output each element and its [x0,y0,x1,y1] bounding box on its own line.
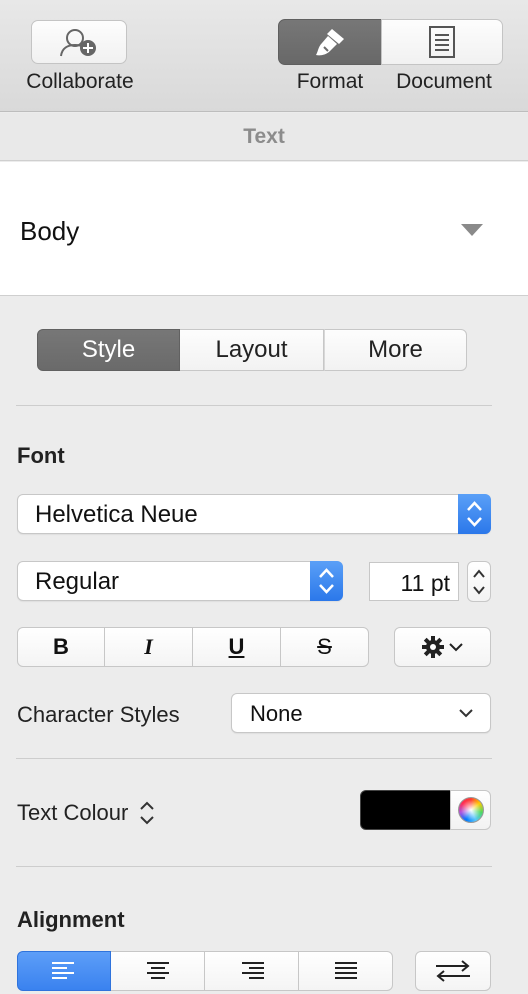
tab-style[interactable]: Style [37,329,180,371]
tab-more[interactable]: More [324,329,467,371]
italic-button[interactable]: I [105,627,193,667]
collaborate-label: Collaborate [26,70,134,93]
strikethrough-button[interactable]: S [281,627,369,667]
character-styles-popup[interactable]: None [231,693,491,733]
divider [16,405,492,406]
colour-picker-button[interactable] [450,790,491,830]
colour-wheel-icon [457,797,484,823]
underline-button[interactable]: U [193,627,281,667]
text-colour-well[interactable] [360,790,451,830]
bold-button[interactable]: B [17,627,105,667]
triangle-down-icon[interactable] [460,223,484,237]
text-colour-selector[interactable]: Text Colour [17,798,156,828]
tab-layout[interactable]: Layout [180,329,324,371]
align-center-icon [146,962,169,979]
align-justify-icon [334,962,357,979]
document-label: Document [396,70,492,93]
collaborate-icon [60,29,96,57]
chevron-updown-icon [319,568,334,594]
chevron-down-icon [459,709,473,718]
font-family-value: Helvetica Neue [35,501,198,528]
gear-icon [422,636,444,658]
align-left-icon [52,962,74,979]
chevron-down-icon [449,643,463,652]
font-family-stepper[interactable] [458,494,491,534]
align-center-button[interactable] [111,951,205,991]
align-justify-button[interactable] [299,951,393,991]
align-right-button[interactable] [205,951,299,991]
typeface-stepper[interactable] [310,561,343,601]
align-left-button[interactable] [17,951,111,991]
paragraph-style-value: Body [20,216,80,246]
font-section-title: Font [17,443,65,468]
panel-header: Text [0,113,528,161]
divider [16,758,492,759]
collaborate-button[interactable] [31,20,127,64]
alignment-buttons [17,951,393,991]
typeface-value: Regular [35,568,120,595]
style-tabs: Style Layout More [37,329,467,371]
font-size-value: 11 pt [400,570,450,596]
text-colour-label: Text Colour [17,800,129,825]
text-direction-icon [436,960,470,982]
divider [16,866,492,867]
chevron-updown-icon [467,501,482,527]
paintbrush-icon [316,29,344,56]
font-family-popup[interactable]: Helvetica Neue [17,494,491,534]
align-right-icon [241,962,264,979]
panel-header-title: Text [243,124,285,148]
text-options-button[interactable] [394,627,491,667]
alignment-section-title: Alignment [17,907,125,932]
text-direction-button[interactable] [415,951,491,991]
toolbar: Collaborate Format Document [0,0,528,112]
document-button[interactable] [381,19,503,65]
format-label: Format [296,70,364,93]
format-button[interactable] [278,19,382,65]
font-size-field[interactable]: 11 pt [369,562,459,601]
chevron-updown-icon [140,801,154,825]
character-styles-label: Character Styles [17,702,180,727]
typeface-popup[interactable]: Regular [17,561,343,601]
chevron-updown-icon [473,569,485,595]
character-styles-value: None [250,701,303,726]
paragraph-style-selector[interactable]: Body [0,162,528,296]
document-icon [429,26,455,58]
text-format-buttons: B I U S [17,627,369,667]
font-size-stepper[interactable] [467,561,491,602]
